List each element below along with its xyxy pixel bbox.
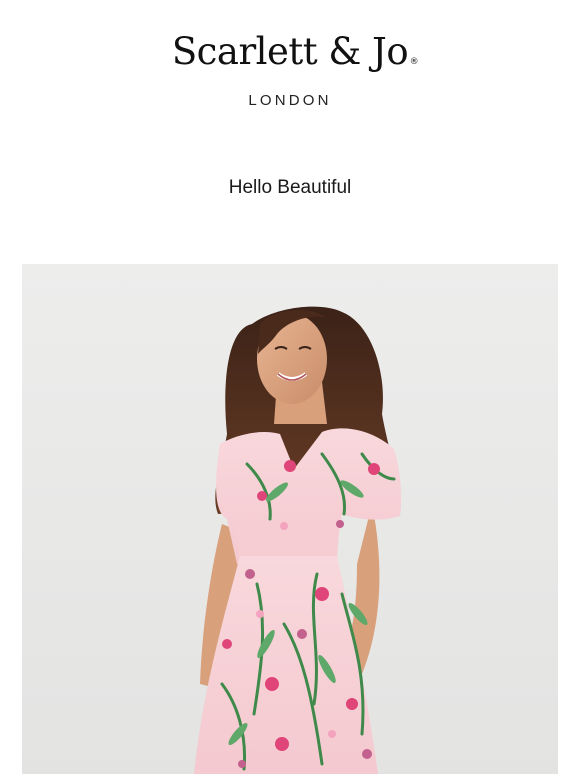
greeting-text: Hello Beautiful [228,177,352,198]
brand-header[interactable]: Scarlett & Jo ® LONDON [0,28,580,109]
brand-name: Scarlett & Jo [171,30,409,73]
model-floral-dress-photo [22,264,558,774]
hero-image[interactable] [22,264,558,774]
brand-location: LONDON [248,92,332,109]
email-body: Scarlett & Jo ® LONDON Hello Beautiful [0,0,580,774]
registered-mark: ® [409,57,419,67]
brand-logo[interactable]: Scarlett & Jo ® [171,28,419,76]
